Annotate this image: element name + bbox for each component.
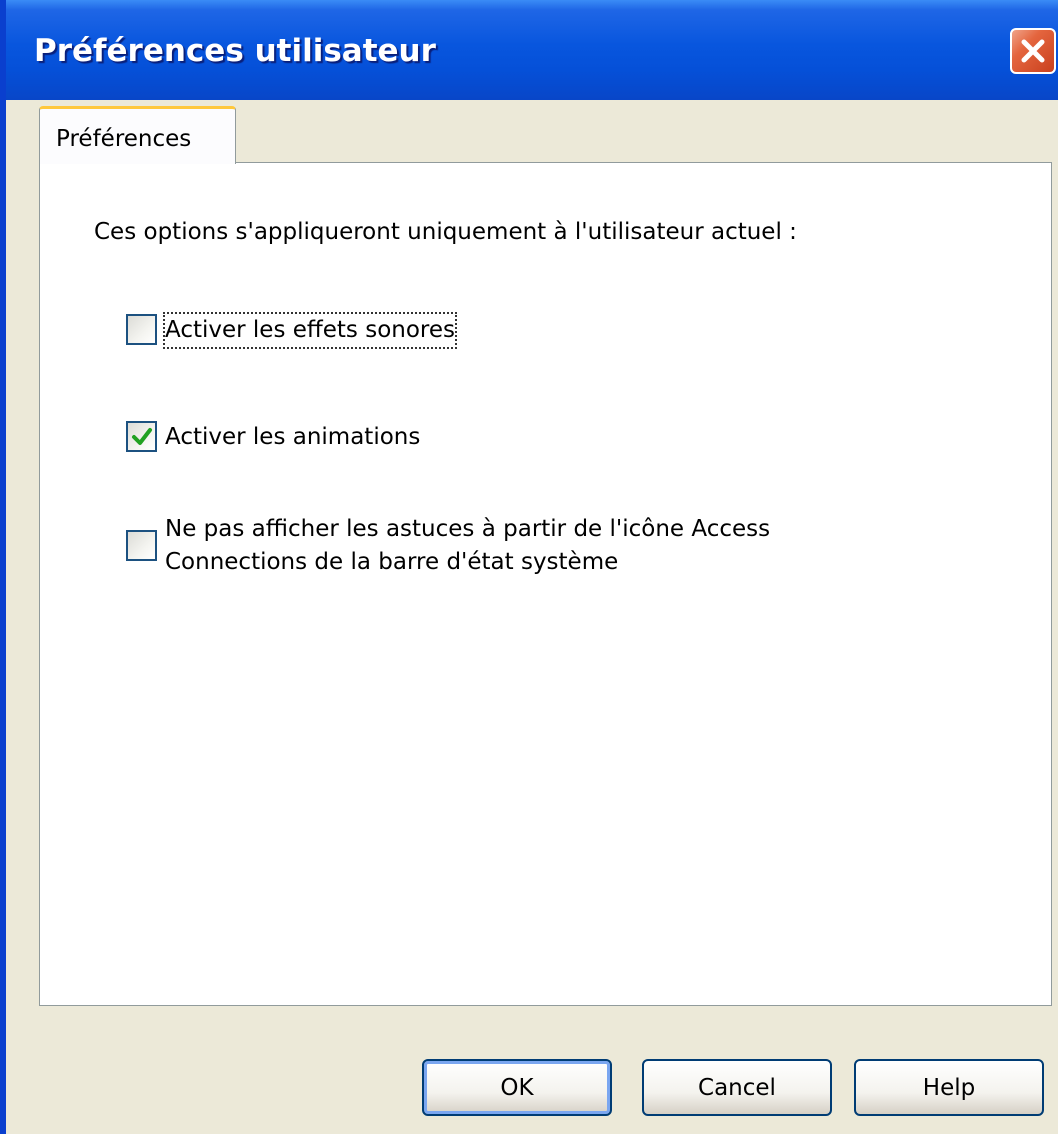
hide-tips-label-line1: Ne pas afficher les astuces à partir de … [165, 516, 771, 542]
option-animations[interactable]: Activer les animations [126, 421, 420, 454]
hide-tips-label[interactable]: Ne pas afficher les astuces à partir de … [165, 513, 770, 579]
tab-panel: Ces options s'appliqueront uniquement à … [39, 162, 1052, 1006]
checkmark-icon [131, 427, 152, 445]
hide-tips-checkbox[interactable] [126, 530, 157, 561]
dialog-window: Préférences utilisateur Préférences Ces … [0, 0, 1058, 1134]
hide-tips-label-line2: Connections de la barre d'état système [165, 549, 619, 575]
window-title: Préférences utilisateur [34, 33, 436, 69]
sound-effects-checkbox[interactable] [126, 314, 157, 345]
tab-preferences[interactable]: Préférences [39, 106, 236, 164]
option-sound-effects[interactable]: Activer les effets sonores [126, 312, 457, 349]
animations-label[interactable]: Activer les animations [165, 421, 420, 454]
option-hide-tips[interactable]: Ne pas afficher les astuces à partir de … [126, 513, 770, 579]
animations-checkbox[interactable] [126, 421, 157, 452]
close-icon [1021, 39, 1045, 63]
help-button[interactable]: Help [854, 1059, 1044, 1116]
close-button[interactable] [1010, 28, 1056, 74]
ok-button[interactable]: OK [422, 1059, 612, 1116]
cancel-button[interactable]: Cancel [642, 1059, 832, 1116]
dialog-body: Préférences Ces options s'appliqueront u… [6, 100, 1058, 1134]
title-bar[interactable]: Préférences utilisateur [6, 0, 1058, 100]
intro-text: Ces options s'appliqueront uniquement à … [94, 219, 797, 245]
tab-label: Préférences [56, 126, 192, 152]
sound-effects-label[interactable]: Activer les effets sonores [163, 312, 457, 349]
